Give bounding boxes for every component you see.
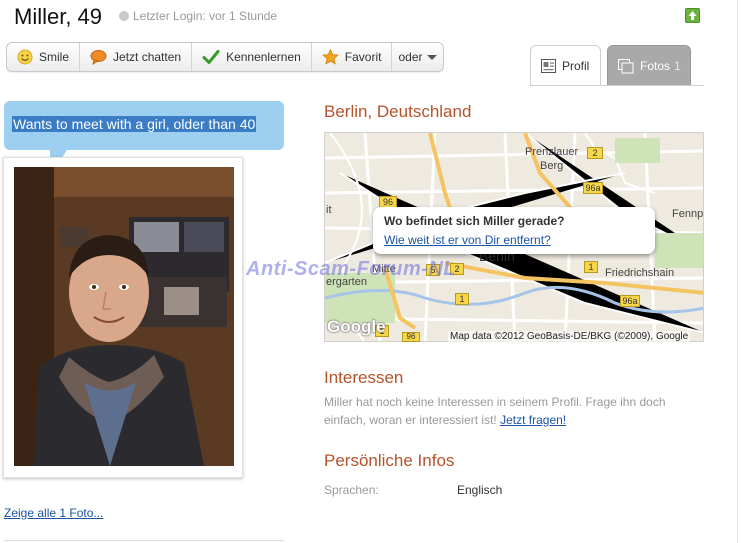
last-login-text: Letzter Login: vor 1 Stunde — [133, 9, 278, 23]
map-label-prenzlauer: Prenzlauer — [525, 146, 579, 158]
status-text: Wants to meet with a girl, older than 40 — [12, 116, 257, 132]
profile-photo[interactable] — [14, 167, 234, 466]
more-options-label: oder — [398, 50, 423, 64]
photos-stack-icon — [618, 58, 634, 74]
road-shield: 96a — [620, 295, 640, 307]
language-label: Sprachen: — [324, 483, 379, 497]
tab-profil[interactable]: Profil — [530, 45, 601, 86]
distance-link[interactable]: Wie weit ist er von Dir entfernt? — [384, 233, 551, 247]
checkmark-icon — [202, 49, 220, 65]
map-label-friedrichshain: Friedrichshain — [605, 267, 675, 279]
smile-label: Smile — [39, 50, 70, 64]
road-shield: 1 — [584, 261, 598, 273]
chat-button[interactable]: Jetzt chatten — [80, 43, 193, 71]
map-label-berg: Berg — [540, 160, 564, 172]
star-icon — [321, 49, 339, 65]
left-divider — [4, 540, 284, 541]
smile-button[interactable]: Smile — [7, 43, 81, 71]
profile-name-age: Miller, 49 — [14, 4, 103, 29]
more-options-dropdown[interactable]: oder — [392, 43, 442, 71]
map-label-fennpfuhl: Fennp — [672, 208, 704, 220]
chat-bubble-icon — [90, 49, 107, 65]
tab-fotos-label: Fotos — [640, 59, 671, 73]
interests-description: Miller hat noch keine Interessen in sein… — [324, 395, 666, 427]
action-bar: Smile Jetzt chatten Kennenlernen Favorit… — [6, 42, 444, 72]
road-shield: 96 — [402, 332, 420, 342]
page-edge — [737, 0, 738, 543]
kennenlernen-label: Kennenlernen — [226, 50, 301, 64]
watermark-text: Anti-Scam-Forum-NL — [246, 258, 457, 280]
tab-divider — [530, 85, 704, 86]
show-all-photos-link[interactable]: Zeige alle 1 Foto... — [4, 506, 103, 520]
map-label-it: it — [326, 204, 332, 216]
location-title: Berlin, Deutschland — [324, 102, 472, 121]
favorite-button[interactable]: Favorit — [312, 43, 393, 71]
google-logo: Google — [327, 317, 386, 336]
road-shield: 1 — [455, 293, 469, 305]
tab-fotos[interactable]: Fotos 1 — [607, 45, 691, 86]
favorite-label: Favorit — [344, 50, 382, 64]
road-shield: 2 — [587, 147, 603, 159]
map-attribution: Map data ©2012 GeoBasis-DE/BKG (©2009), … — [448, 331, 691, 342]
personal-info-title: Persönliche Infos — [324, 451, 455, 470]
chat-label: Jetzt chatten — [113, 50, 182, 64]
tab-fotos-count: 1 — [674, 59, 681, 73]
kennenlernen-button[interactable]: Kennenlernen — [192, 43, 312, 71]
online-status-dot — [119, 11, 129, 21]
interests-title: Interessen — [324, 368, 404, 387]
upload-icon[interactable] — [685, 8, 700, 23]
chevron-down-icon — [426, 54, 437, 60]
map-popup-title: Wo befindet sich Miller gerade? — [384, 214, 565, 228]
road-shield: 96a — [583, 182, 603, 194]
language-value: Englisch — [457, 483, 503, 497]
interests-text: Miller hat noch keine Interessen in sein… — [324, 393, 704, 429]
ask-now-link[interactable]: Jetzt fragen! — [500, 413, 566, 427]
smiley-icon — [17, 49, 33, 65]
tab-profil-label: Profil — [562, 59, 590, 73]
profile-card-icon — [541, 59, 556, 73]
